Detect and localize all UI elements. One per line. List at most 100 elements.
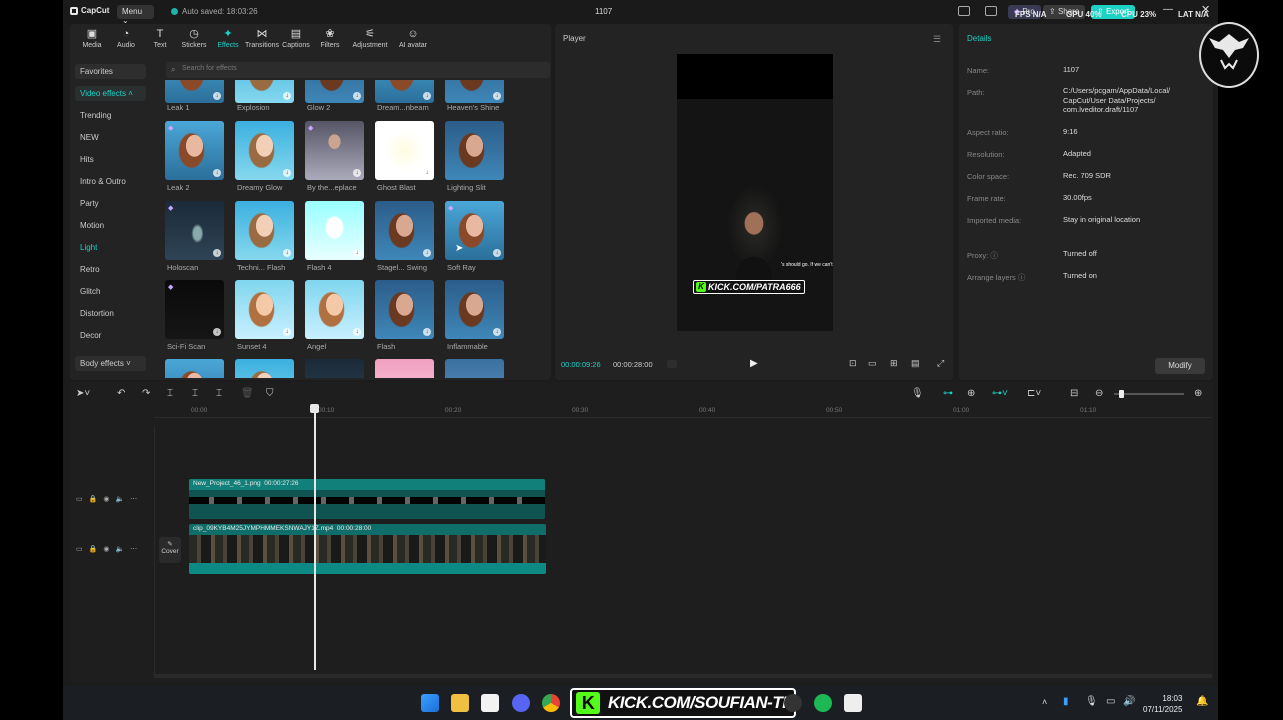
effect-thumb-soft-ray[interactable]: ◆ ↓ [445, 201, 504, 260]
effect-thumb-flash[interactable]: ↓ [375, 280, 434, 339]
overlay-clip[interactable]: New_Project_46_1.png 00:00:27:26 [189, 479, 545, 519]
tab-adjustment[interactable]: ⚟ Adjustment [347, 24, 393, 54]
clock[interactable]: 18:03 07/11/2025 [1143, 693, 1182, 715]
category-trending[interactable]: Trending [80, 111, 111, 120]
eye-icon[interactable]: ◉ [103, 495, 109, 503]
tab-effects[interactable]: ✦ Effects [211, 24, 245, 54]
effect-thumb[interactable]: ↓ [305, 80, 364, 103]
effect-thumb[interactable] [445, 359, 504, 378]
menu-icon[interactable]: ☰ [933, 34, 941, 45]
category-motion[interactable]: Motion [80, 221, 104, 230]
timecode-toggle[interactable] [667, 360, 677, 368]
effect-thumb-ghost-blast[interactable]: ↓ [375, 121, 434, 180]
more-icon[interactable]: ⋯ [130, 545, 137, 553]
search-input[interactable]: ⌕ Search for effects [166, 62, 550, 78]
category-decor[interactable]: Decor [80, 331, 101, 340]
file-explorer-icon[interactable] [451, 694, 469, 712]
app-icon[interactable] [784, 694, 802, 712]
layout-icon[interactable]: ⊡ [849, 358, 857, 369]
split-left-icon[interactable]: ⌶ [192, 388, 198, 399]
playhead-handle[interactable] [310, 404, 319, 413]
zoom-slider-handle[interactable] [1119, 390, 1124, 398]
chevron-up-icon[interactable]: ˄ [1042, 697, 1047, 707]
tab-media[interactable]: ▣ Media [75, 24, 109, 54]
menu-button[interactable]: Menu ⌄ [117, 5, 154, 25]
video-preview[interactable]: 's should go. If we can't K KICK.COM/PATR… [677, 54, 833, 331]
timeline-scrollbar[interactable] [154, 674, 1212, 678]
tab-stickers[interactable]: ◷ Stickers [177, 24, 211, 54]
zoom-in-icon[interactable]: ⊕ [1194, 388, 1202, 399]
playhead[interactable] [310, 404, 319, 670]
preview-axis-icon[interactable]: ⊏˅ [1027, 388, 1041, 399]
effect-thumb[interactable] [165, 359, 224, 378]
effect-thumb-holoscan[interactable]: ◆ ↓ [165, 201, 224, 260]
audio-icon[interactable]: 🔈 [115, 545, 124, 553]
category-new[interactable]: NEW [80, 133, 99, 142]
delete-icon[interactable]: 🗑 [241, 388, 254, 399]
notification-icon[interactable]: 🔔 [1196, 696, 1208, 707]
link-icon[interactable]: ⊶ [943, 388, 953, 399]
effect-thumb-lighting-slit[interactable] [445, 121, 504, 180]
effect-thumb[interactable] [305, 359, 364, 378]
microphone-icon[interactable]: 🎙 [911, 388, 924, 399]
tab-text[interactable]: T Text [143, 24, 177, 54]
category-hits[interactable]: Hits [80, 155, 94, 164]
capcut-taskbar-icon[interactable] [844, 694, 862, 712]
fit-timeline-icon[interactable]: ⊟ [1070, 388, 1078, 399]
effect-thumb-sunset-4[interactable]: ↓ [235, 280, 294, 339]
fullscreen-icon[interactable]: ⤢ [937, 358, 944, 369]
cover-button[interactable]: ✎ Cover [159, 537, 181, 563]
split-right-icon[interactable]: ⌶ [216, 388, 222, 399]
tab-filters[interactable]: ❀ Filters [313, 24, 347, 54]
audio-icon[interactable]: 🔈 [115, 495, 124, 503]
body-effects-dropdown[interactable]: Body effects ˅ [75, 356, 146, 371]
lock-icon[interactable]: 🔒 [89, 545, 98, 553]
tab-ai-avatar[interactable]: ☺ AI avatar [393, 24, 433, 54]
quality-icon[interactable]: ▭ [868, 358, 877, 369]
video-effects-dropdown[interactable]: Video effects ˄ [75, 86, 146, 101]
volume-icon[interactable]: 🔊 [1123, 696, 1135, 707]
spotify-icon[interactable] [814, 694, 832, 712]
eye-icon[interactable]: ◉ [103, 545, 109, 553]
category-light[interactable]: Light [80, 243, 97, 252]
tab-transitions[interactable]: ⋈ Transitions [245, 24, 279, 54]
category-party[interactable]: Party [80, 199, 99, 208]
effect-thumb[interactable] [375, 359, 434, 378]
close-icon[interactable]: ✕ [1201, 3, 1210, 16]
play-icon[interactable]: ▶ [750, 358, 758, 369]
undo-icon[interactable]: ↶ [117, 388, 125, 399]
main-video-clip[interactable]: clip_09KYB4M25JYMPHMMEKSNWAJY1Z.mp4 00:0… [189, 524, 546, 574]
chrome-icon[interactable] [542, 694, 560, 712]
tab-captions[interactable]: ▤ Captions [279, 24, 313, 54]
effect-thumb-sci-fi-scan[interactable]: ◆ ↓ [165, 280, 224, 339]
effect-thumb-dreamy-glow[interactable]: ↓ [235, 121, 294, 180]
effect-thumb-by-the-fireplace[interactable]: ◆ ↓ [305, 121, 364, 180]
effect-thumb[interactable]: ↓ [235, 80, 294, 103]
effect-thumb-stagelight-swing[interactable]: ↓ [375, 201, 434, 260]
effect-thumb[interactable]: ↓ [375, 80, 434, 103]
zoom-slider[interactable] [1114, 390, 1184, 398]
effect-thumb[interactable]: ↓ [445, 80, 504, 103]
usb-icon[interactable]: ▮ [1063, 696, 1069, 707]
layout-icon[interactable] [958, 6, 970, 16]
category-intro-outro[interactable]: Intro & Outro [80, 177, 126, 186]
shortcuts-icon[interactable] [985, 6, 997, 16]
ratio-icon[interactable]: ▤ [911, 358, 920, 369]
shield-icon[interactable]: ⛉ [266, 388, 274, 399]
select-tool-icon[interactable]: ➤˅ [76, 388, 90, 399]
category-glitch[interactable]: Glitch [80, 287, 100, 296]
split-icon[interactable]: ⌶ [167, 388, 173, 399]
favorites-button[interactable]: Favorites [75, 64, 146, 79]
effect-thumb-angel[interactable]: ↓ [305, 280, 364, 339]
microphone-icon[interactable]: 🎙 [1085, 696, 1098, 707]
fit-icon[interactable]: ⊞ [890, 358, 898, 369]
effect-thumb-flash-4[interactable]: ↓ [305, 201, 364, 260]
lock-icon[interactable]: 🔒 [89, 495, 98, 503]
redo-icon[interactable]: ↷ [142, 388, 150, 399]
effect-thumb-inflammable[interactable]: ↓ [445, 280, 504, 339]
snap-icon[interactable]: ⊕ [967, 388, 975, 399]
magnet-icon[interactable]: ⊶˅ [992, 388, 1008, 399]
category-distortion[interactable]: Distortion [80, 309, 114, 318]
effect-thumb-leak-2[interactable]: ◆ ↓ [165, 121, 224, 180]
store-icon[interactable] [481, 694, 499, 712]
